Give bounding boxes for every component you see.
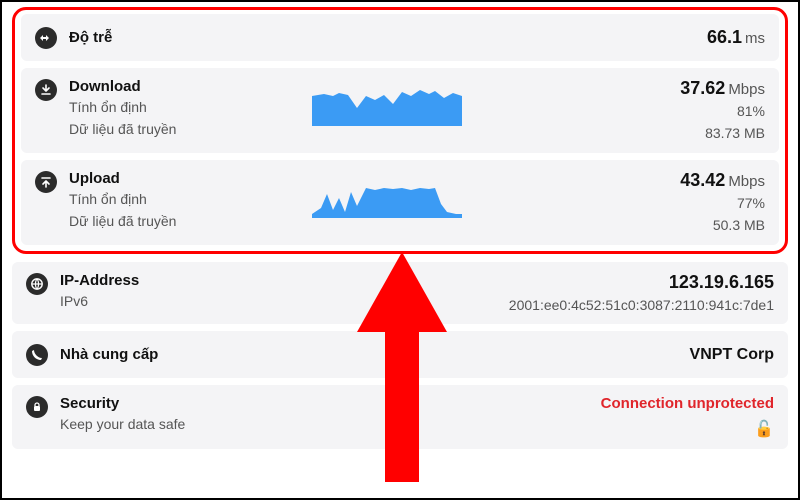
download-stability-label: Tính ổn định: [69, 98, 269, 117]
upload-chart: [312, 178, 462, 218]
security-row: Security Keep your data safe Connection …: [12, 385, 788, 449]
latency-value: 66.1ms: [707, 27, 765, 48]
upload-label: Upload: [69, 170, 269, 187]
upload-stability: 77%: [737, 194, 765, 213]
ipv4-value: 123.19.6.165: [669, 272, 774, 293]
upload-speed: 43.42Mbps: [680, 170, 765, 191]
security-sub: Keep your data safe: [60, 415, 260, 434]
upload-row: Upload Tính ổn định Dữ liệu đã truyền 43…: [21, 160, 779, 245]
download-speed: 37.62Mbps: [680, 78, 765, 99]
ipv6-value: 2001:ee0:4c52:51c0:3087:2110:941c:7de1: [509, 296, 774, 315]
upload-data: 50.3 MB: [713, 216, 765, 235]
speedtest-panel: Độ trễ 66.1ms Download Tính ổn định Dữ l…: [2, 2, 798, 459]
download-row: Download Tính ổn định Dữ liệu đã truyền …: [21, 68, 779, 153]
latency-label: Độ trễ: [69, 29, 289, 46]
download-data: 83.73 MB: [705, 124, 765, 143]
ip-row: IP-Address IPv6 123.19.6.165 2001:ee0:4c…: [12, 262, 788, 325]
ipv6-label: IPv6: [60, 292, 260, 311]
download-label: Download: [69, 78, 269, 95]
lock-icon: [26, 396, 48, 418]
download-stability: 81%: [737, 102, 765, 121]
ip-label: IP-Address: [60, 272, 260, 289]
globe-icon: [26, 273, 48, 295]
download-data-label: Dữ liệu đã truyền: [69, 120, 269, 139]
security-status: Connection unprotected: [601, 395, 774, 412]
phone-icon: [26, 344, 48, 366]
security-label: Security: [60, 395, 260, 412]
provider-row: Nhà cung cấp VNPT Corp: [12, 331, 788, 378]
upload-stability-label: Tính ổn định: [69, 190, 269, 209]
download-chart: [312, 86, 462, 126]
highlight-box: Độ trễ 66.1ms Download Tính ổn định Dữ l…: [12, 7, 788, 254]
latency-icon: [35, 27, 57, 49]
upload-data-label: Dữ liệu đã truyền: [69, 212, 269, 231]
download-icon: [35, 79, 57, 101]
upload-icon: [35, 171, 57, 193]
unlock-emoji-icon: 🔓: [754, 419, 774, 439]
provider-value: VNPT Corp: [690, 346, 774, 364]
latency-row: Độ trễ 66.1ms: [21, 14, 779, 61]
provider-label: Nhà cung cấp: [60, 346, 280, 363]
